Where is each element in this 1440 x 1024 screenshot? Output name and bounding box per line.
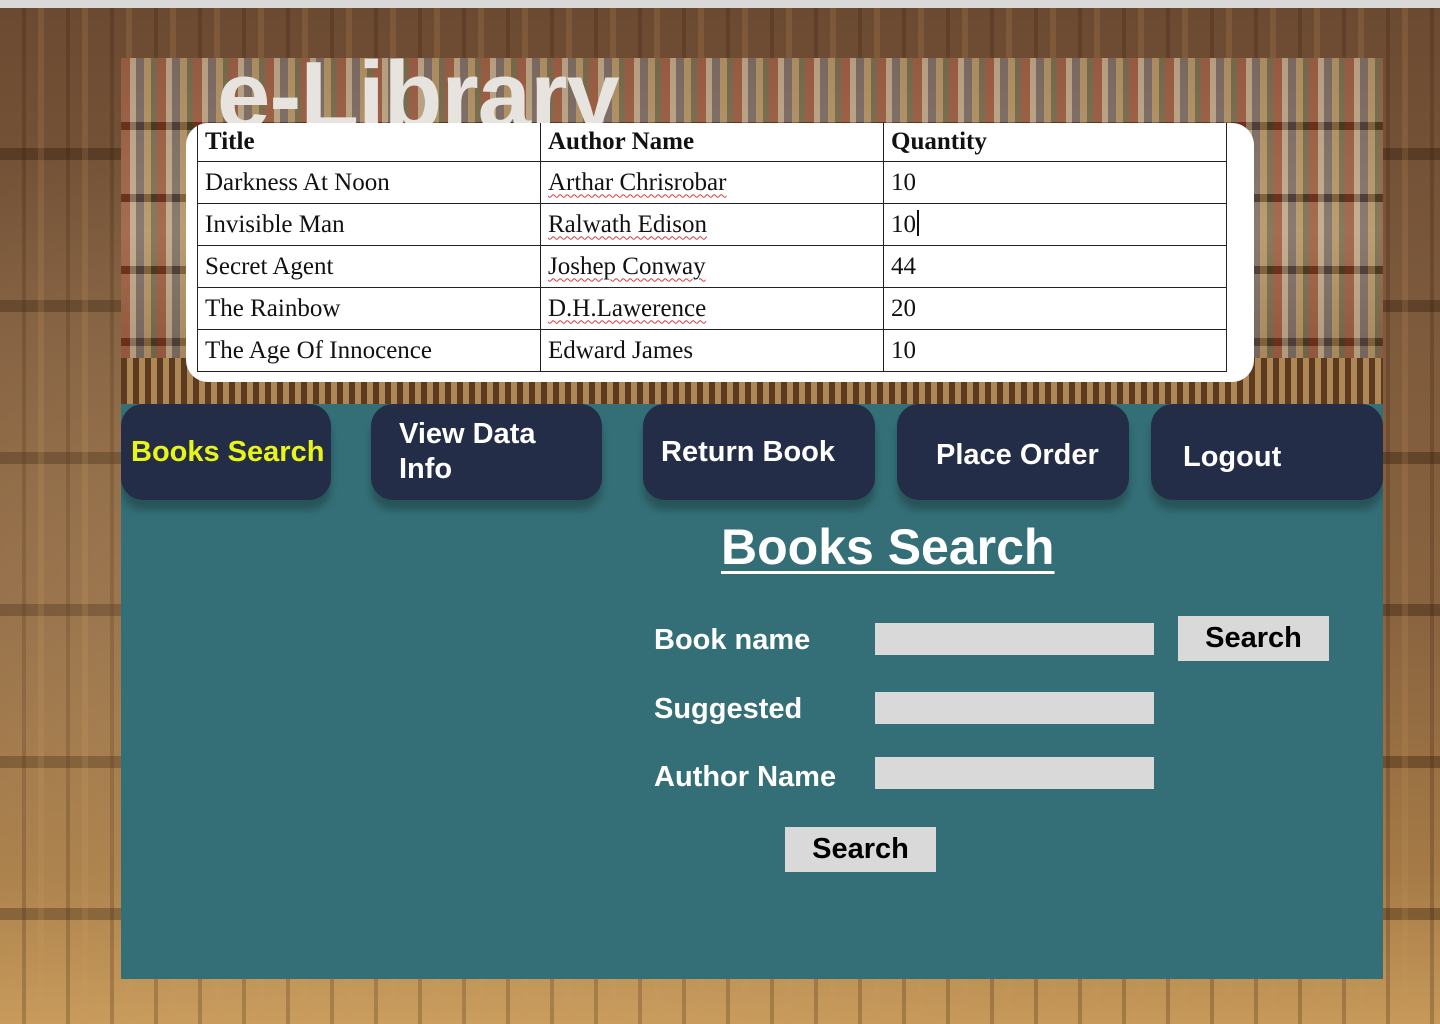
app-window: e-Library Title Author Name Quantity Dar… (121, 58, 1383, 979)
nav-place-order-label: Place Order (936, 438, 1099, 471)
table-row[interactable]: The Age Of Innocence Edward James 10 (197, 329, 1227, 372)
nav-books-search-label: Books Search (131, 435, 325, 468)
table-row[interactable]: Invisible Man Ralwath Edison 10 (197, 203, 1227, 246)
cell-author-text: Ralwath Edison (548, 210, 708, 238)
cell-author: Arthar Chrisrobar (540, 161, 884, 204)
nav-return-book-label: Return Book (661, 435, 835, 468)
cell-quantity: 20 (883, 287, 1227, 330)
column-header-author: Author Name (540, 123, 884, 162)
cell-quantity-text: 10 (891, 211, 916, 238)
table-row[interactable]: Darkness At Noon Arthar Chrisrobar 10 (197, 161, 1227, 204)
nav-return-book-button[interactable]: Return Book (643, 404, 875, 500)
cell-author: Joshep Conway (540, 245, 884, 288)
cell-quantity: 44 (883, 245, 1227, 288)
books-search-panel: Books Search View Data Info Return Book … (121, 404, 1383, 979)
nav-place-order-button[interactable]: Place Order (897, 404, 1129, 500)
book-name-search-button[interactable]: Search (1178, 616, 1329, 661)
section-title: Books Search (721, 519, 1055, 575)
cell-title: Darkness At Noon (197, 161, 541, 204)
table-row[interactable]: Secret Agent Joshep Conway 44 (197, 245, 1227, 288)
nav-logout-button[interactable]: Logout (1151, 404, 1383, 500)
book-name-input[interactable] (875, 623, 1154, 655)
suggested-label: Suggested (654, 693, 803, 725)
cell-author: Ralwath Edison (540, 203, 884, 246)
cell-title: The Age Of Innocence (197, 329, 541, 372)
nav-logout-label: Logout (1183, 440, 1282, 473)
cell-title: Invisible Man (197, 203, 541, 246)
table-header-row: Title Author Name Quantity (197, 123, 1227, 162)
cell-quantity: 10 (883, 203, 1227, 246)
search-submit-button[interactable]: Search (785, 827, 936, 872)
author-name-label: Author Name (654, 761, 837, 793)
books-table: Title Author Name Quantity Darkness At N… (197, 123, 1227, 372)
cell-title: The Rainbow (197, 287, 541, 330)
text-cursor (917, 210, 919, 236)
cell-quantity: 10 (883, 329, 1227, 372)
header-banner: e-Library Title Author Name Quantity Dar… (121, 58, 1383, 404)
nav-books-search-button[interactable]: Books Search (121, 404, 331, 500)
cell-title: Secret Agent (197, 245, 541, 288)
book-name-label: Book name (654, 624, 811, 656)
nav-view-data-info-label: View Data Info (399, 418, 536, 485)
cell-author-text: D.H.Lawerence (548, 294, 707, 322)
cell-author: Edward James (540, 329, 884, 372)
cell-author-text: Joshep Conway (548, 252, 706, 280)
books-table-card: Title Author Name Quantity Darkness At N… (186, 123, 1254, 382)
nav-view-data-info-button[interactable]: View Data Info (371, 404, 602, 500)
column-header-title: Title (197, 123, 541, 162)
cell-author-text: Arthar Chrisrobar (548, 168, 727, 196)
column-header-quantity: Quantity (883, 123, 1227, 162)
cell-author: D.H.Lawerence (540, 287, 884, 330)
table-row[interactable]: The Rainbow D.H.Lawerence 20 (197, 287, 1227, 330)
suggested-input[interactable] (875, 692, 1154, 724)
cell-quantity: 10 (883, 161, 1227, 204)
author-name-input[interactable] (875, 757, 1154, 789)
